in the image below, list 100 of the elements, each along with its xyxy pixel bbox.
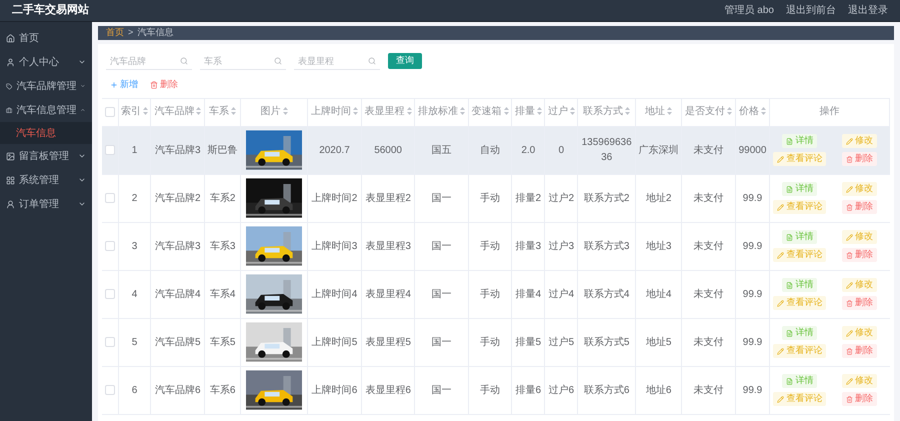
sort-icon[interactable] — [231, 107, 236, 116]
header-link[interactable]: 退出登录 — [848, 3, 888, 18]
user-link[interactable]: 管理员 abo — [724, 3, 774, 18]
comments-button[interactable]: 查看评论 — [773, 248, 826, 262]
breadcrumb-link[interactable]: 首页 — [106, 26, 124, 40]
edit-button[interactable]: 修改 — [842, 278, 878, 292]
detail-button[interactable]: 详情 — [782, 182, 818, 196]
checkbox[interactable] — [104, 336, 115, 347]
sort-icon[interactable] — [761, 107, 766, 116]
pencil-icon — [777, 204, 784, 210]
trash-icon — [150, 80, 158, 89]
table-cell: 车系4 — [210, 288, 236, 300]
checkbox[interactable] — [104, 240, 115, 251]
sort-icon[interactable] — [352, 107, 358, 116]
delete-button[interactable]: 删除 — [842, 296, 878, 310]
checkbox[interactable] — [104, 384, 115, 395]
search-field[interactable]: 表显里程 — [294, 52, 380, 70]
table-cell: 汽车品牌4 — [155, 288, 201, 300]
sidebar-subitem[interactable]: 汽车信息 — [0, 122, 92, 144]
sort-icon[interactable] — [570, 107, 575, 116]
sort-icon[interactable] — [727, 107, 732, 116]
sort-icon[interactable] — [460, 107, 466, 116]
comments-button[interactable]: 查看评论 — [773, 392, 826, 406]
sidebar-item[interactable]: 汽车品牌管理 — [0, 74, 92, 98]
delete-button[interactable]: 删除 — [150, 78, 178, 92]
table-cell: 地址2 — [646, 192, 672, 204]
table-cell: 表显里程4 — [365, 288, 411, 300]
sidebar-item[interactable]: 汽车信息管理 — [0, 98, 92, 122]
pencil-icon — [846, 378, 854, 384]
table-cell: 过户6 — [548, 384, 574, 396]
table-cell: 上牌时间4 — [312, 288, 358, 300]
breadcrumb-separator: > — [128, 26, 134, 40]
edit-button[interactable]: 修改 — [842, 182, 878, 196]
sort-icon[interactable] — [625, 107, 630, 116]
breadcrumb-link[interactable]: 汽车信息 — [137, 26, 174, 40]
sidebar-item[interactable]: 订单管理 — [0, 192, 92, 216]
checkbox[interactable] — [104, 106, 115, 117]
table-cell: 0 — [558, 144, 564, 156]
table-cell: 4 — [132, 288, 138, 300]
detail-button[interactable]: 详情 — [782, 374, 818, 388]
document-icon — [786, 378, 794, 384]
user-icon — [6, 58, 15, 66]
table-cell: 汽车品牌3 — [155, 240, 201, 252]
search-field[interactable]: 车系 — [200, 52, 286, 70]
sort-icon[interactable] — [504, 107, 509, 116]
column-header: 操作 — [820, 106, 840, 117]
edit-button[interactable]: 修改 — [842, 134, 878, 148]
table-cell: 5 — [132, 336, 138, 348]
table-cell: 手动 — [480, 240, 500, 252]
column-header: 排量 — [514, 106, 535, 117]
search-button[interactable]: 查询 — [388, 53, 422, 69]
detail-button[interactable]: 详情 — [782, 278, 818, 292]
pencil-icon — [777, 252, 784, 258]
detail-button[interactable]: 详情 — [782, 134, 818, 148]
comments-button[interactable]: 查看评论 — [773, 296, 826, 310]
sidebar-item[interactable]: 系统管理 — [0, 168, 92, 192]
column-header: 是否支付 — [685, 106, 726, 117]
sidebar-item[interactable]: 个人中心 — [0, 50, 92, 74]
sort-icon[interactable] — [282, 107, 288, 116]
add-button[interactable]: 新增 — [110, 78, 138, 92]
edit-button[interactable]: 修改 — [842, 326, 878, 340]
pencil-icon — [777, 156, 784, 162]
delete-button[interactable]: 删除 — [842, 344, 878, 358]
table-cell: 过户2 — [548, 192, 574, 204]
pencil-icon — [846, 186, 854, 192]
sort-icon[interactable] — [142, 107, 148, 116]
edit-button[interactable]: 修改 — [842, 374, 878, 388]
table-cell: 国五 — [432, 144, 452, 156]
search-field[interactable]: 汽车品牌 — [106, 52, 192, 70]
column-header: 地址 — [645, 106, 666, 117]
checkbox[interactable] — [104, 192, 115, 203]
delete-button[interactable]: 删除 — [842, 248, 878, 262]
table-cell: 国一 — [432, 288, 452, 300]
sort-icon[interactable] — [667, 107, 672, 116]
table-cell: 上牌时间2 — [312, 192, 358, 204]
delete-button[interactable]: 删除 — [842, 152, 878, 166]
checkbox[interactable] — [104, 144, 115, 155]
sidebar-item[interactable]: 留言板管理 — [0, 144, 92, 168]
table-cell: 汽车品牌6 — [155, 384, 201, 396]
sort-icon[interactable] — [196, 107, 202, 116]
sort-icon[interactable] — [406, 107, 412, 116]
comments-button[interactable]: 查看评论 — [773, 344, 826, 358]
column-header: 变速箱 — [472, 106, 502, 117]
delete-button[interactable]: 删除 — [842, 392, 878, 406]
detail-button[interactable]: 详情 — [782, 230, 818, 244]
comments-button[interactable]: 查看评论 — [773, 200, 826, 214]
header-link[interactable]: 退出到前台 — [786, 3, 836, 18]
table-cell: 排量5 — [516, 336, 542, 348]
table-cell: 99.9 — [742, 384, 762, 396]
delete-button[interactable]: 删除 — [842, 200, 878, 214]
sidebar-item[interactable]: 首页 — [0, 26, 92, 50]
edit-button[interactable]: 修改 — [842, 230, 878, 244]
chevron-down-icon — [78, 200, 86, 208]
table-cell: 联系方式5 — [584, 336, 630, 348]
plus-icon — [110, 80, 118, 89]
sort-icon[interactable] — [536, 107, 542, 116]
checkbox[interactable] — [104, 288, 115, 299]
comments-button[interactable]: 查看评论 — [773, 152, 826, 166]
detail-button[interactable]: 详情 — [782, 326, 818, 340]
table-cell: 99.9 — [742, 192, 762, 204]
